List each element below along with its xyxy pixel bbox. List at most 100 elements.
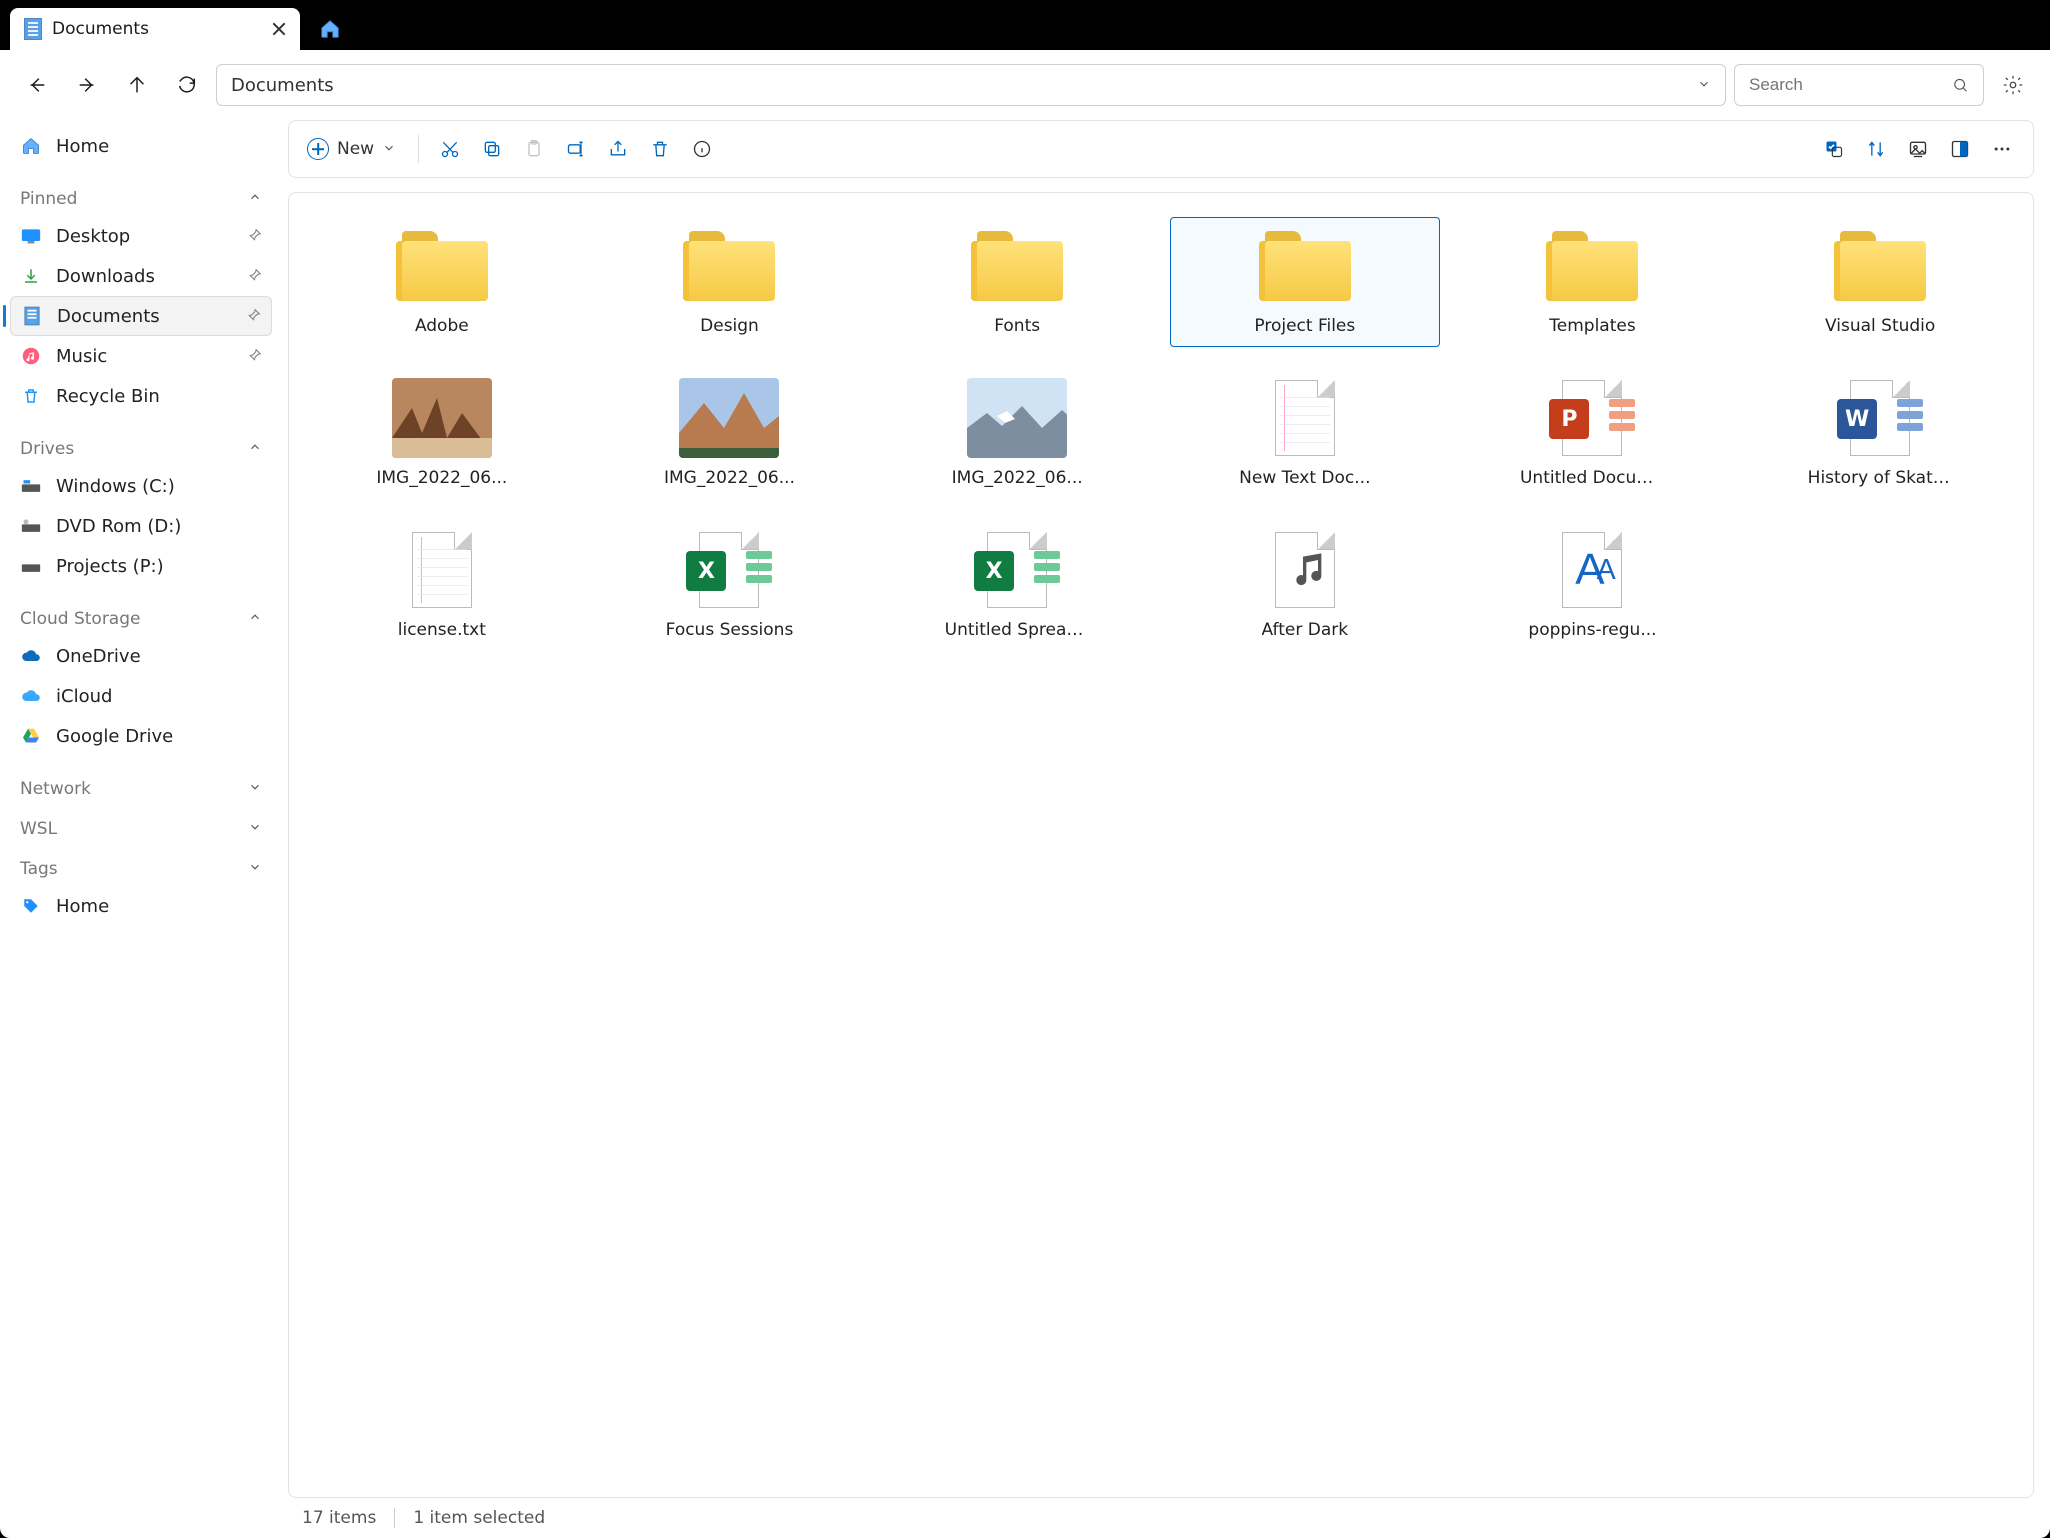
chevron-down-icon <box>248 859 262 879</box>
sidebar-item-recycle-bin[interactable]: Recycle Bin <box>10 376 272 416</box>
file-item[interactable]: IMG_2022_06... <box>595 369 865 499</box>
home-icon <box>20 136 42 156</box>
sidebar-item-drive-d[interactable]: DVD Rom (D:) <box>10 506 272 546</box>
address-bar[interactable]: Documents <box>216 64 1726 106</box>
close-icon[interactable] <box>272 22 286 36</box>
settings-button[interactable] <box>1992 64 2034 106</box>
sidebar-item-onedrive[interactable]: OneDrive <box>10 636 272 676</box>
pin-icon[interactable] <box>248 226 262 247</box>
file-grid[interactable]: Adobe Design Fonts Project Files Templat… <box>288 192 2034 1498</box>
sidebar-group-header[interactable]: Pinned <box>10 182 272 216</box>
file-item[interactable]: IMG_2022_06... <box>307 369 577 499</box>
chevron-down-icon <box>382 140 396 159</box>
file-item[interactable]: Project Files <box>1170 217 1440 347</box>
rename-button[interactable] <box>557 130 595 168</box>
properties-button[interactable] <box>683 130 721 168</box>
file-item[interactable]: Templates <box>1458 217 1728 347</box>
home-tab-button[interactable] <box>310 8 350 50</box>
nav-row: Documents <box>0 50 2050 120</box>
file-name: license.txt <box>398 620 486 640</box>
plus-circle-icon <box>307 138 329 160</box>
layout-icon <box>1950 139 1970 159</box>
sidebar-group-header[interactable]: Cloud Storage <box>10 602 272 636</box>
cut-button[interactable] <box>431 130 469 168</box>
sidebar-item-drive-c[interactable]: Windows (C:) <box>10 466 272 506</box>
sidebar-item-drive-p[interactable]: Projects (P:) <box>10 546 272 586</box>
file-thumbnail <box>392 530 492 610</box>
sidebar-item-home[interactable]: Home <box>10 126 272 166</box>
chevron-up-icon <box>248 609 262 629</box>
file-name: Visual Studio <box>1825 316 1935 336</box>
chevron-down-icon <box>248 819 262 839</box>
file-item[interactable]: X Untitled Spreads... <box>882 521 1152 651</box>
select-toggle-button[interactable] <box>1815 130 1853 168</box>
file-item[interactable]: X Focus Sessions <box>595 521 865 651</box>
file-item[interactable]: After Dark <box>1170 521 1440 651</box>
file-item[interactable]: New Text Doc... <box>1170 369 1440 499</box>
sidebar-item-documents[interactable]: Documents <box>10 296 272 336</box>
image-icon <box>1908 139 1928 159</box>
arrow-up-icon <box>126 74 148 96</box>
forward-button[interactable] <box>66 64 108 106</box>
chevron-up-icon <box>248 439 262 459</box>
refresh-icon <box>176 74 198 96</box>
sidebar-item-google-drive[interactable]: Google Drive <box>10 716 272 756</box>
file-item[interactable]: Design <box>595 217 865 347</box>
chevron-down-icon[interactable] <box>1697 75 1711 96</box>
file-name: Adobe <box>415 316 469 336</box>
search-field[interactable] <box>1749 75 1952 95</box>
separator <box>418 135 419 163</box>
sidebar-group-cloud: Cloud Storage OneDrive iCloud Google Dri… <box>10 602 272 756</box>
file-thumbnail <box>392 378 492 458</box>
sidebar-group-header[interactable]: WSL <box>10 812 272 846</box>
google-drive-icon <box>20 728 42 744</box>
sidebar-label: Home <box>56 136 109 157</box>
file-name: History of Skate... <box>1808 468 1953 488</box>
sidebar-group-header[interactable]: Network <box>10 772 272 806</box>
file-name: IMG_2022_06... <box>376 468 507 488</box>
cloud-icon <box>20 649 42 663</box>
pin-icon[interactable] <box>247 306 261 327</box>
sort-button[interactable] <box>1857 130 1895 168</box>
file-item[interactable]: IMG_2022_06... <box>882 369 1152 499</box>
file-item[interactable]: Adobe <box>307 217 577 347</box>
sidebar-item-desktop[interactable]: Desktop <box>10 216 272 256</box>
delete-button[interactable] <box>641 130 679 168</box>
arrow-left-icon <box>26 74 48 96</box>
pin-icon[interactable] <box>248 346 262 367</box>
selection-count: 1 item selected <box>413 1508 545 1528</box>
disc-drive-icon <box>20 519 42 533</box>
clipboard-icon <box>524 139 544 159</box>
search-icon <box>1952 76 1969 94</box>
background-button[interactable] <box>1899 130 1937 168</box>
file-item[interactable]: Visual Studio <box>1745 217 2015 347</box>
new-button[interactable]: New <box>301 130 406 168</box>
file-item[interactable]: license.txt <box>307 521 577 651</box>
drive-icon <box>20 559 42 573</box>
up-button[interactable] <box>116 64 158 106</box>
pin-icon[interactable] <box>248 266 262 287</box>
sidebar-group-header[interactable]: Tags <box>10 852 272 886</box>
back-button[interactable] <box>16 64 58 106</box>
copy-button[interactable] <box>473 130 511 168</box>
file-item[interactable]: P Untitled Docum... <box>1458 369 1728 499</box>
file-thumbnail <box>1830 226 1930 306</box>
file-thumbnail: AA <box>1542 530 1642 610</box>
file-item[interactable]: W History of Skate... <box>1745 369 2015 499</box>
layout-button[interactable] <box>1941 130 1979 168</box>
sidebar-group-header[interactable]: Drives <box>10 432 272 466</box>
file-item[interactable]: Fonts <box>882 217 1152 347</box>
file-name: Templates <box>1549 316 1635 336</box>
sidebar-item-tag-home[interactable]: Home <box>10 886 272 926</box>
refresh-button[interactable] <box>166 64 208 106</box>
search-input[interactable] <box>1734 64 1984 106</box>
sidebar-item-icloud[interactable]: iCloud <box>10 676 272 716</box>
more-button[interactable] <box>1983 130 2021 168</box>
file-thumbnail <box>1255 530 1355 610</box>
file-item[interactable]: AA poppins-regu... <box>1458 521 1728 651</box>
sidebar-item-downloads[interactable]: Downloads <box>10 256 272 296</box>
share-button[interactable] <box>599 130 637 168</box>
paste-button[interactable] <box>515 130 553 168</box>
sidebar-item-music[interactable]: Music <box>10 336 272 376</box>
tab-documents[interactable]: Documents <box>10 8 300 50</box>
